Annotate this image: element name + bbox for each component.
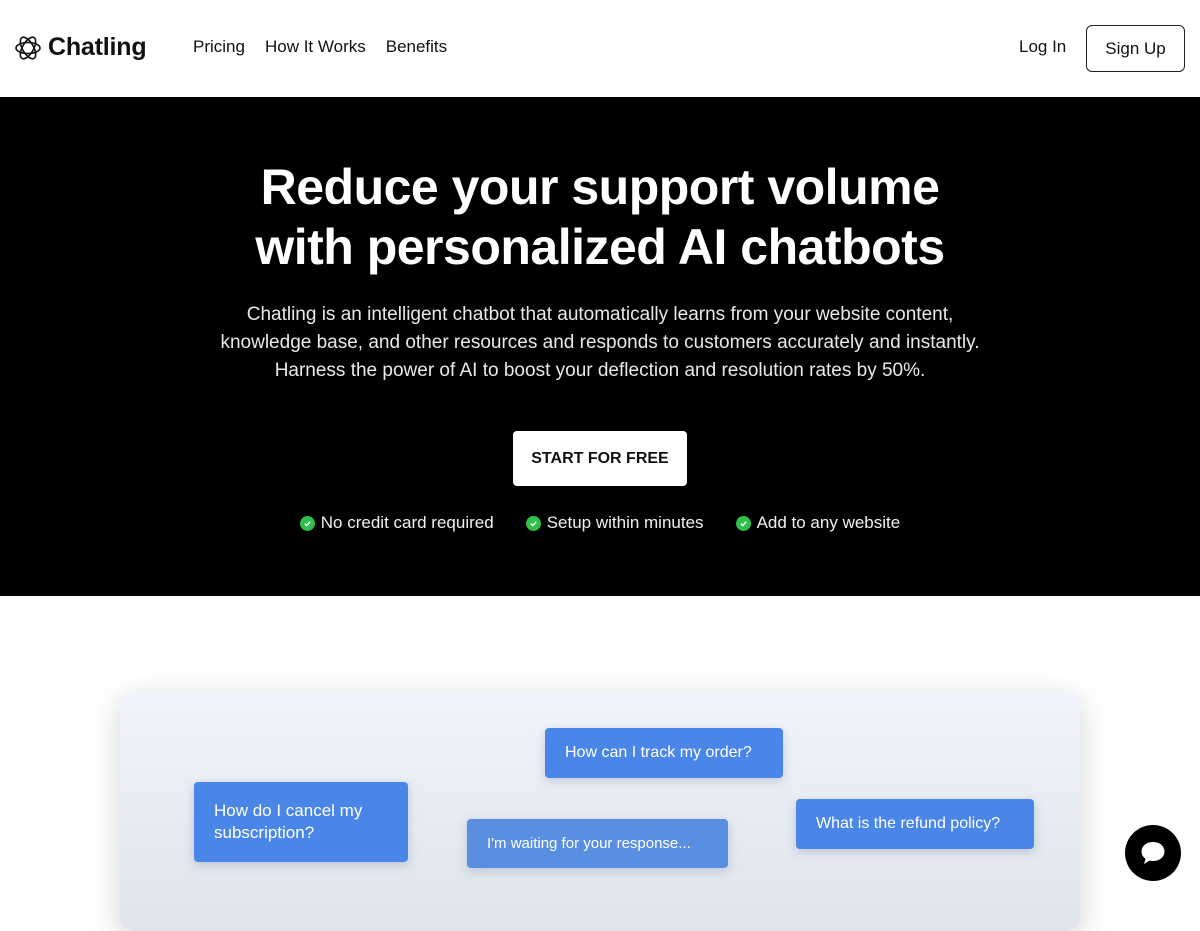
- check-label: Setup within minutes: [546, 513, 704, 532]
- top-navigation: Chatling Pricing How It Works Benefits L…: [0, 0, 1200, 97]
- check-label: Add to any website: [756, 513, 901, 532]
- hero-title-line-1: Reduce your support volume: [260, 159, 940, 215]
- chat-widget-button[interactable]: [1125, 825, 1181, 881]
- atom-logo-icon: [15, 35, 41, 60]
- hero-subtitle: Chatling is an intelligent chatbot that …: [220, 304, 980, 381]
- check-circle-icon: [525, 515, 541, 531]
- signup-button[interactable]: Sign Up: [1086, 25, 1185, 72]
- nav-link-how-it-works[interactable]: How It Works: [265, 37, 366, 57]
- nav-link-pricing[interactable]: Pricing: [193, 37, 245, 57]
- check-circle-icon: [735, 515, 751, 531]
- check-item: Add to any website: [735, 513, 901, 533]
- nav-link-benefits[interactable]: Benefits: [386, 37, 447, 57]
- chat-demo-panel: How can I track my order? How do I cance…: [120, 691, 1080, 931]
- check-circle-icon: [299, 515, 315, 531]
- feature-checklist: No credit card required Setup within min…: [0, 513, 1200, 533]
- hero-title-line-2: with personalized AI chatbots: [255, 219, 945, 275]
- check-label: No credit card required: [320, 513, 494, 532]
- login-link[interactable]: Log In: [1019, 37, 1066, 57]
- brand-logo[interactable]: Chatling: [14, 33, 147, 62]
- check-item: No credit card required: [299, 513, 494, 533]
- chat-bubble: I'm waiting for your response...: [467, 819, 728, 868]
- start-for-free-button[interactable]: START FOR FREE: [513, 431, 687, 486]
- nav-links: Pricing How It Works Benefits: [193, 37, 447, 57]
- chat-bubble: What is the refund policy?: [796, 799, 1034, 849]
- chat-bubble-icon: [1141, 842, 1165, 864]
- hero-title: Reduce your support volume with personal…: [0, 157, 1200, 277]
- hero-section: Reduce your support volume with personal…: [0, 97, 1200, 596]
- brand-name: Chatling: [48, 33, 147, 61]
- chat-bubble: How can I track my order?: [545, 728, 783, 778]
- check-item: Setup within minutes: [525, 513, 704, 533]
- chat-bubble: How do I cancel my subscription?: [194, 782, 408, 862]
